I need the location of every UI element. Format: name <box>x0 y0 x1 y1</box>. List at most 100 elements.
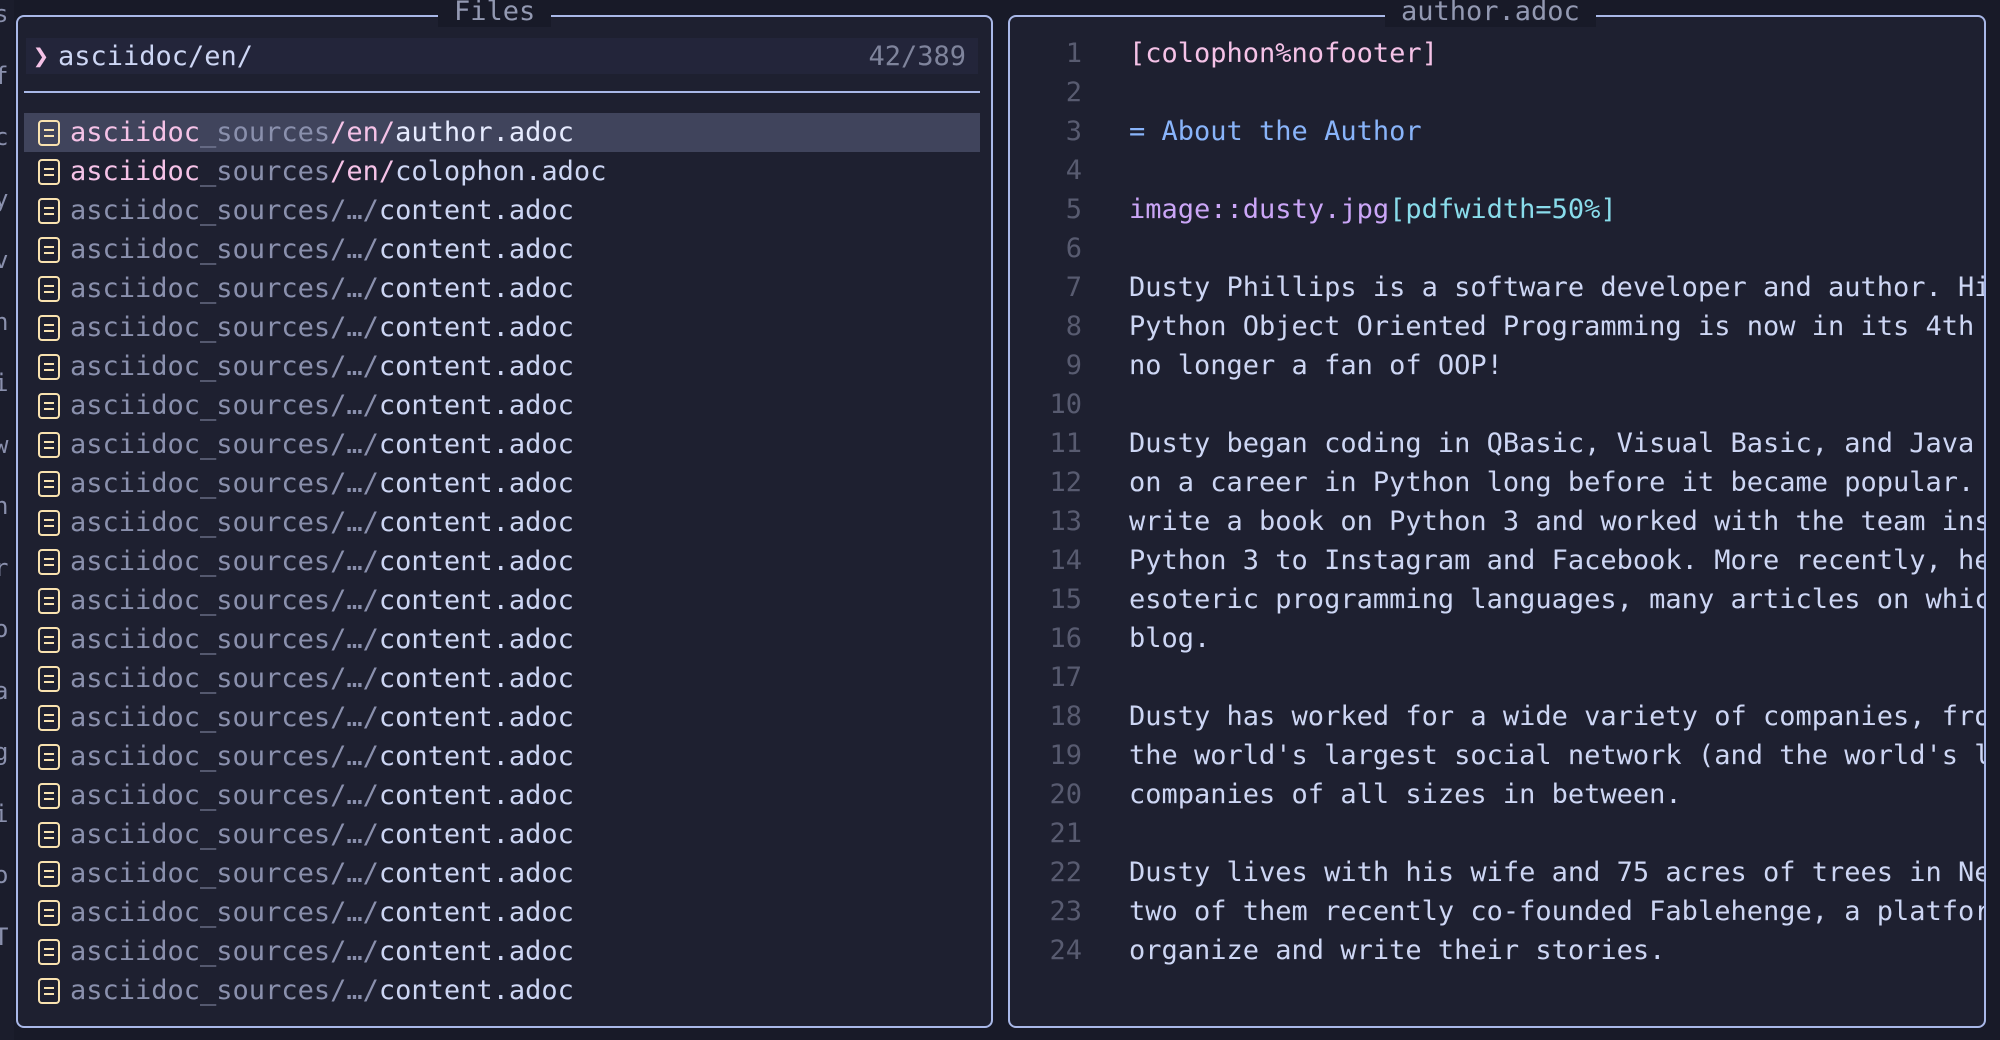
line-number: 9 <box>1065 350 1082 381</box>
edge-fragment: n <box>0 492 9 520</box>
file-list-item[interactable]: asciidoc_sources/…/content.adoc <box>24 971 980 1010</box>
edge-fragment: w <box>0 430 9 459</box>
file-list-item[interactable]: asciidoc_sources/…/content.adoc <box>24 230 980 269</box>
file-path-segment: content.adoc <box>378 585 574 616</box>
line-number: 8 <box>1065 311 1082 342</box>
code-token: dusty.jpg <box>1242 194 1390 225</box>
line-content <box>1082 229 1129 268</box>
files-pane-title: Files <box>438 0 552 27</box>
edge-fragment: r <box>0 553 9 582</box>
code-token: Dusty Phillips is a software developer a… <box>1129 272 1984 303</box>
line-number: 13 <box>1049 506 1082 537</box>
file-list-item[interactable]: asciidoc_sources/…/content.adoc <box>24 737 980 776</box>
code-token: no longer a fan of OOP! <box>1129 350 1503 381</box>
edge-fragment: f <box>0 61 9 90</box>
file-icon <box>38 821 60 848</box>
line-number: 19 <box>1049 740 1082 771</box>
file-path-segment: content.adoc <box>378 897 574 928</box>
code-token: [colophon%nofooter] <box>1129 38 1438 69</box>
line-content: the world's largest social network (and … <box>1082 736 1984 775</box>
file-list-item[interactable]: asciidoc_sources/…/content.adoc <box>24 620 980 659</box>
edge-fragment: o <box>0 615 9 643</box>
line-number: 21 <box>1049 818 1082 849</box>
file-path-segment: asciidoc <box>70 117 201 148</box>
code-token: organize and write their stories. <box>1129 935 1666 966</box>
code-line: 22 Dusty lives with his wife and 75 acres… <box>1010 853 1984 892</box>
code-line: 20 companies of all sizes in between. <box>1010 775 1984 814</box>
prompt-chevron-icon: ❯ <box>32 40 50 72</box>
file-icon <box>38 743 60 770</box>
file-list-item[interactable]: asciidoc_sources/…/content.adoc <box>24 269 980 308</box>
file-path-segment: asciidoc_sources/…/ <box>70 702 379 733</box>
file-path-segment: asciidoc_sources/…/ <box>70 351 379 382</box>
code-token: Dusty began coding in QBasic, Visual Bas… <box>1129 428 1975 459</box>
code-line: 23 two of them recently co-founded Fableh… <box>1010 892 1984 931</box>
line-number: 17 <box>1049 662 1082 693</box>
line-content <box>1082 151 1129 190</box>
file-list-item[interactable]: asciidoc_sources/…/content.adoc <box>24 308 980 347</box>
file-path-segment: content.adoc <box>378 780 574 811</box>
line-content: on a career in Python long before it bec… <box>1082 463 1974 502</box>
file-path-segment: content.adoc <box>378 858 574 889</box>
file-list-item[interactable]: asciidoc_sources/…/content.adoc <box>24 191 980 230</box>
search-input[interactable] <box>58 40 869 72</box>
file-preview[interactable]: 1 [colophon%nofooter] 2 3 = About the Author… <box>1010 34 1984 970</box>
file-list-item[interactable]: asciidoc_sources/…/content.adoc <box>24 776 980 815</box>
line-content: Python Object Oriented Programming is no… <box>1082 307 1974 346</box>
line-content: [colophon%nofooter] <box>1082 34 1438 73</box>
file-list-item[interactable]: asciidoc_sources/…/content.adoc <box>24 815 980 854</box>
file-list-item[interactable]: asciidoc_sources/…/content.adoc <box>24 347 980 386</box>
file-list-item[interactable]: asciidoc_sources/…/content.adoc <box>24 581 980 620</box>
edge-fragment: n <box>0 307 9 336</box>
line-content <box>1082 73 1129 112</box>
line-content: Dusty lives with his wife and 75 acres o… <box>1082 853 1984 892</box>
code-token: image:: <box>1129 194 1243 225</box>
file-list-item[interactable]: asciidoc_sources/…/content.adoc <box>24 659 980 698</box>
file-path-segment: asciidoc_sources/…/ <box>70 546 379 577</box>
line-content: Dusty Phillips is a software developer a… <box>1082 268 1984 307</box>
file-icon <box>38 353 60 380</box>
file-path-segment: /en/ <box>330 117 396 148</box>
file-path-segment: content.adoc <box>378 741 574 772</box>
file-icon <box>38 431 60 458</box>
file-path-segment: asciidoc_sources/…/ <box>70 195 379 226</box>
line-content: no longer a fan of OOP! <box>1082 346 1503 385</box>
file-path-segment: content.adoc <box>378 624 574 655</box>
line-content: companies of all sizes in between. <box>1082 775 1682 814</box>
file-icon <box>38 509 60 536</box>
file-path-segment: asciidoc_sources/…/ <box>70 975 379 1006</box>
file-path-segment: content.adoc <box>378 429 574 460</box>
code-line: 16 blog. <box>1010 619 1984 658</box>
code-token: on a career in Python long before it bec… <box>1129 467 1975 498</box>
file-list-item[interactable]: asciidoc _sources/en/colophon.adoc <box>24 152 980 191</box>
code-line: 14 Python 3 to Instagram and Facebook. Mo… <box>1010 541 1984 580</box>
code-token: companies of all sizes in between. <box>1129 779 1682 810</box>
file-icon <box>38 548 60 575</box>
file-path-segment: content.adoc <box>378 234 574 265</box>
line-number: 18 <box>1049 701 1082 732</box>
search-prompt[interactable]: ❯ 42/389 <box>26 38 978 74</box>
file-path-segment: author.adoc <box>395 117 574 148</box>
file-list-item[interactable]: asciidoc_sources/…/content.adoc <box>24 893 980 932</box>
file-list-item[interactable]: asciidoc_sources/…/content.adoc <box>24 425 980 464</box>
edge-fragment: a <box>0 676 9 705</box>
file-path-segment: asciidoc_sources/…/ <box>70 585 379 616</box>
file-list-item[interactable]: asciidoc_sources/…/content.adoc <box>24 854 980 893</box>
file-path-segment: _sources <box>200 156 331 187</box>
file-list-item[interactable]: asciidoc_sources/…/content.adoc <box>24 698 980 737</box>
line-content: write a book on Python 3 and worked with… <box>1082 502 1984 541</box>
file-list[interactable]: asciidoc _sources/en/author.adoc asciidoc _… <box>24 113 980 1010</box>
file-list-item[interactable]: asciidoc_sources/…/content.adoc <box>24 932 980 971</box>
file-list-item[interactable]: asciidoc_sources/…/content.adoc <box>24 386 980 425</box>
file-path-segment: content.adoc <box>378 351 574 382</box>
line-number: 5 <box>1065 194 1082 225</box>
code-line: 18 Dusty has worked for a wide variety of… <box>1010 697 1984 736</box>
code-token: Dusty has worked for a wide variety of c… <box>1129 701 1984 732</box>
file-list-item[interactable]: asciidoc _sources/en/author.adoc <box>24 113 980 152</box>
file-list-item[interactable]: asciidoc_sources/…/content.adoc <box>24 542 980 581</box>
file-path-segment: content.adoc <box>378 195 574 226</box>
file-list-item[interactable]: asciidoc_sources/…/content.adoc <box>24 464 980 503</box>
code-line: 6 <box>1010 229 1984 268</box>
file-path-segment: /en/ <box>330 156 396 187</box>
file-list-item[interactable]: asciidoc_sources/…/content.adoc <box>24 503 980 542</box>
